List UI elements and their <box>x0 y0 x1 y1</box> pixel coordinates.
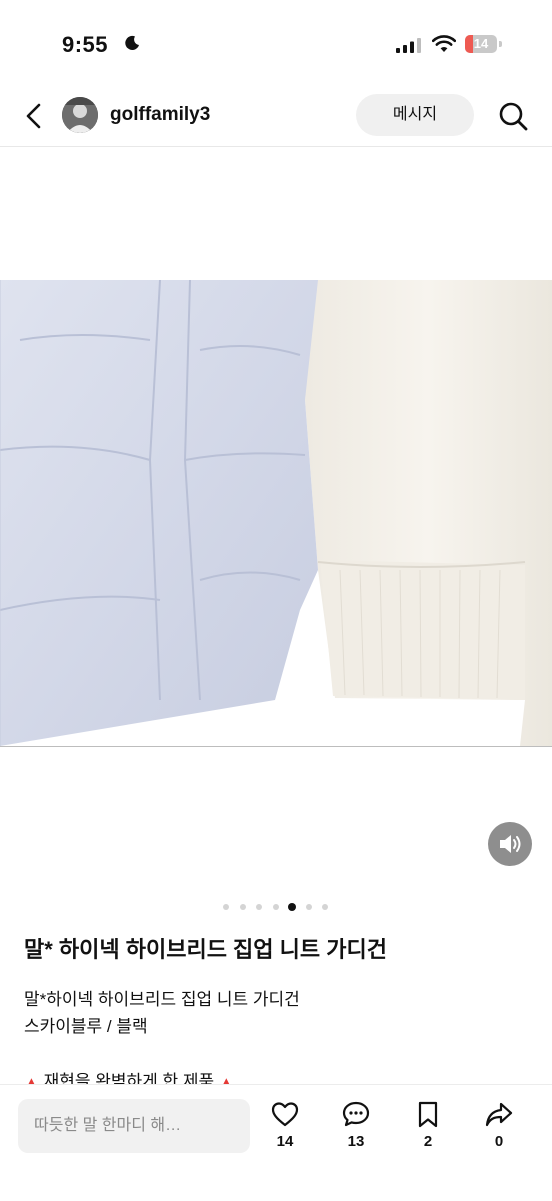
carousel-dot[interactable] <box>223 904 229 910</box>
heart-icon <box>271 1102 299 1127</box>
bookmark-button[interactable]: 2 <box>408 1099 448 1150</box>
carousel-dot[interactable] <box>272 904 279 910</box>
bookmark-count: 2 <box>423 1133 433 1150</box>
avatar[interactable] <box>62 97 98 133</box>
moon-icon <box>125 35 139 50</box>
comment-input[interactable]: 따듯한 말 한마디 해… <box>18 1099 250 1153</box>
sound-button[interactable] <box>488 822 532 866</box>
carousel-indicator <box>0 902 552 912</box>
like-button[interactable]: 14 <box>265 1099 305 1150</box>
share-icon <box>485 1102 513 1127</box>
description-line-2: 스카이블루 / 블랙 <box>24 1017 148 1036</box>
comment-icon <box>342 1101 370 1127</box>
comment-count: 13 <box>347 1133 365 1150</box>
sound-icon <box>500 835 521 853</box>
carousel-dot[interactable] <box>239 904 246 910</box>
description-line-1: 말*하이넥 하이브리드 집업 니트 가디건 <box>24 990 300 1009</box>
notice-line: ▲ 재현을 완벽하게 한 제품 ▲ <box>24 1067 234 1085</box>
carousel-dot[interactable] <box>256 904 262 910</box>
wifi-icon <box>432 35 456 52</box>
product-title: 말* 하이넥 하이브리드 집업 니트 가디건 <box>24 937 387 962</box>
comment-button[interactable]: 13 <box>336 1099 376 1150</box>
search-icon[interactable] <box>497 100 529 132</box>
back-icon[interactable] <box>22 102 46 130</box>
carousel-dot[interactable] <box>305 904 312 910</box>
profile-header: golffamily3 메시지 <box>0 90 552 147</box>
share-button[interactable]: 0 <box>479 1099 519 1150</box>
status-time: 9:55 <box>62 32 109 57</box>
carousel-dot-active[interactable] <box>288 903 296 911</box>
bottom-action-bar: 따듯한 말 한마디 해… 14 13 2 0 <box>0 1084 552 1201</box>
bookmark-icon <box>418 1101 438 1128</box>
battery-level: 14 <box>473 36 489 51</box>
share-count: 0 <box>494 1133 504 1150</box>
username[interactable]: golffamily3 <box>110 104 210 126</box>
image-divider <box>0 746 552 747</box>
product-image[interactable] <box>0 280 552 746</box>
status-bar: 9:55 14 <box>0 0 552 90</box>
battery-icon: 14 <box>465 35 503 53</box>
like-count: 14 <box>276 1133 294 1150</box>
signal-icon <box>396 38 421 53</box>
message-button[interactable]: 메시지 <box>356 94 474 136</box>
carousel-dot[interactable] <box>322 904 328 910</box>
